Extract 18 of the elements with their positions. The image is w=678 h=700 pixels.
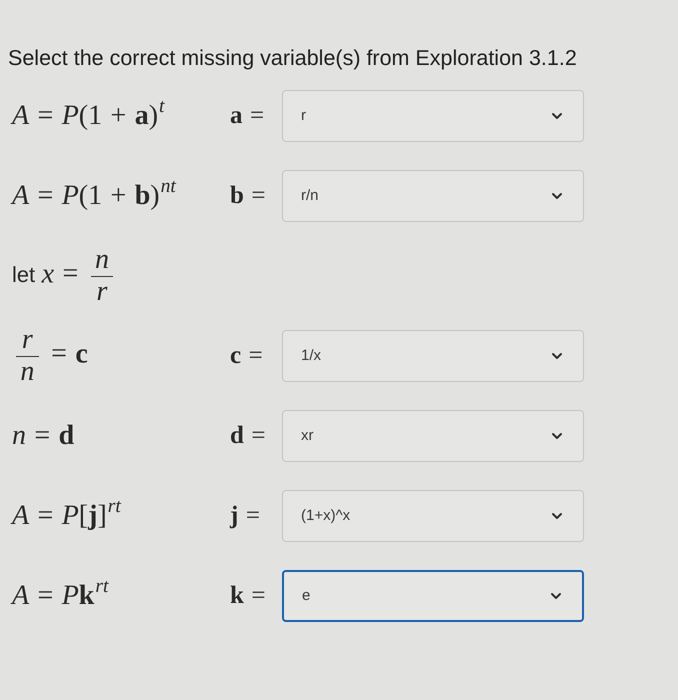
instruction-heading: Select the correct missing variable(s) from Exploration 3.1.2 bbox=[8, 45, 577, 72]
dropdown-select[interactable]: (1+x)^x bbox=[282, 490, 584, 542]
equation: A = P[j]$^{rt}$ bbox=[12, 495, 121, 533]
equation: A = Pk$^{rt}$ bbox=[12, 575, 108, 613]
dropdown-select[interactable]: e bbox=[282, 570, 584, 622]
variable-label: a = bbox=[230, 101, 266, 132]
variable-label: d = bbox=[230, 421, 267, 452]
dropdown-select[interactable]: xr bbox=[282, 410, 584, 462]
dropdown-select[interactable]: r bbox=[282, 90, 584, 142]
equation: A = P(1 + b)$^{nt}$ bbox=[12, 175, 176, 213]
equation: A = P(1 + a)$^{t}$ bbox=[12, 95, 164, 133]
dropdown-select[interactable]: r/n bbox=[282, 170, 584, 222]
dropdown-select[interactable]: 1/x bbox=[282, 330, 584, 382]
variable-label: c = bbox=[230, 341, 264, 372]
variable-label: j = bbox=[230, 501, 261, 532]
variable-label: k = bbox=[230, 581, 267, 612]
variable-label: b = bbox=[230, 181, 267, 212]
equation: n = d bbox=[12, 419, 74, 453]
